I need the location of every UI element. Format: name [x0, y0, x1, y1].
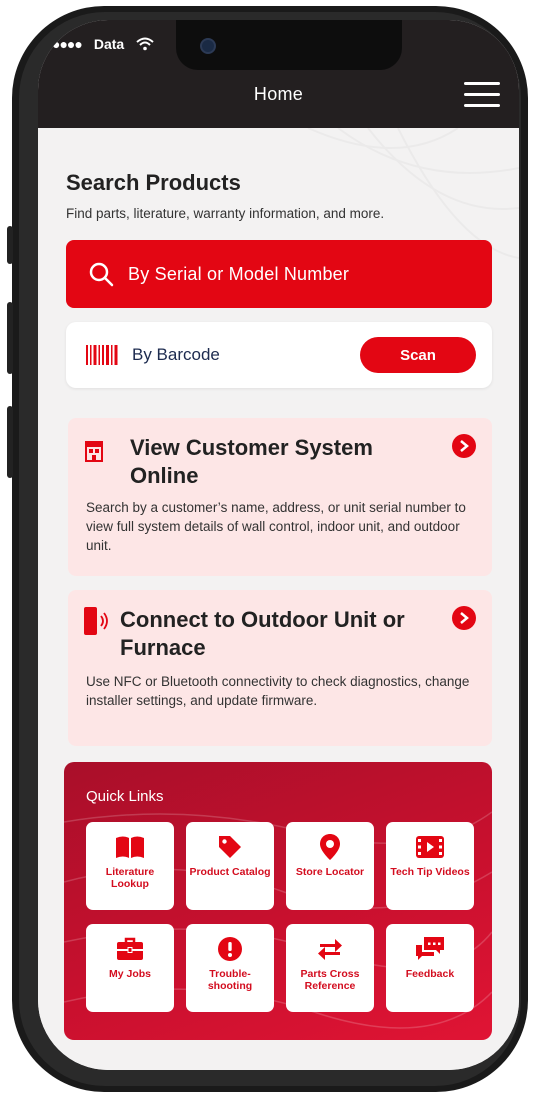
carrier-label: Data [93, 36, 125, 52]
quick-link-label: Trouble-shooting [207, 968, 253, 992]
scan-button[interactable]: Scan [360, 337, 476, 373]
camera [200, 38, 216, 54]
quick-link-my-jobs[interactable]: My Jobs [86, 924, 174, 1012]
barcode-icon [86, 345, 118, 365]
quick-link-label: Product Catalog [189, 866, 271, 878]
mute-switch [7, 226, 13, 264]
swap-arrows-icon [318, 939, 342, 960]
alert-icon [218, 937, 242, 961]
barcode-label: By Barcode [132, 345, 220, 364]
view-customer-system-card[interactable]: View Customer System Online Search by a … [68, 418, 492, 576]
quick-link-parts-cross-reference[interactable]: Parts Cross Reference [286, 924, 374, 1012]
page-title: Home [253, 84, 304, 104]
search-subtitle: Find parts, literature, warranty informa… [66, 206, 385, 221]
volume-up-button [7, 302, 13, 374]
signal-icon: ●●●● [52, 36, 83, 52]
wifi-icon [136, 37, 154, 51]
app-screen: ●●●● Data Home Search Products Find part… [38, 20, 519, 1070]
quick-links-panel: Quick Links Literature Lookup Product Ca… [64, 762, 492, 1040]
quick-link-tech-tip-videos[interactable]: Tech Tip Videos [386, 822, 474, 910]
quick-link-label: Literature Lookup [105, 866, 155, 890]
quick-link-product-catalog[interactable]: Product Catalog [186, 822, 274, 910]
chevron-right-icon[interactable] [452, 434, 476, 458]
storefront-icon [85, 441, 103, 462]
chevron-right-icon[interactable] [452, 606, 476, 630]
quick-link-literature-lookup[interactable]: Literature Lookup [86, 822, 174, 910]
card-title: Connect to Outdoor Unit or Furnace [120, 607, 405, 660]
map-pin-icon [320, 834, 340, 860]
quick-link-label: Store Locator [295, 866, 365, 878]
barcode-search-card: By Barcode Scan [66, 322, 492, 388]
menu-icon[interactable] [464, 82, 500, 108]
card-description: Use NFC or Bluetooth connectivity to che… [86, 674, 470, 708]
connect-outdoor-unit-card[interactable]: Connect to Outdoor Unit or Furnace Use N… [68, 590, 492, 746]
search-icon [89, 262, 114, 287]
status-bar: ●●●● Data [52, 36, 154, 52]
tag-icon [219, 836, 241, 858]
quick-link-store-locator[interactable]: Store Locator [286, 822, 374, 910]
film-icon [416, 836, 444, 858]
serial-search-button[interactable]: By Serial or Model Number [66, 240, 492, 308]
card-description: Search by a customer’s name, address, or… [86, 500, 466, 553]
chat-icon [416, 937, 444, 960]
quick-links-title: Quick Links [86, 788, 164, 805]
quick-link-label: Tech Tip Videos [390, 866, 470, 878]
nfc-device-icon [84, 607, 108, 635]
header-bar: ●●●● Data Home [38, 20, 519, 128]
quick-link-troubleshooting[interactable]: Trouble-shooting [186, 924, 274, 1012]
quick-link-feedback[interactable]: Feedback [386, 924, 474, 1012]
quick-link-label: Parts Cross Reference [300, 968, 360, 992]
main-content: Search Products Find parts, literature, … [38, 128, 519, 1070]
book-icon [116, 836, 144, 858]
briefcase-icon [117, 937, 143, 960]
card-title: View Customer System Online [130, 435, 373, 488]
quick-link-label: My Jobs [108, 968, 151, 980]
quick-link-label: Feedback [405, 968, 455, 980]
search-heading: Search Products [66, 170, 241, 195]
serial-search-label: By Serial or Model Number [128, 263, 350, 284]
volume-down-button [7, 406, 13, 478]
